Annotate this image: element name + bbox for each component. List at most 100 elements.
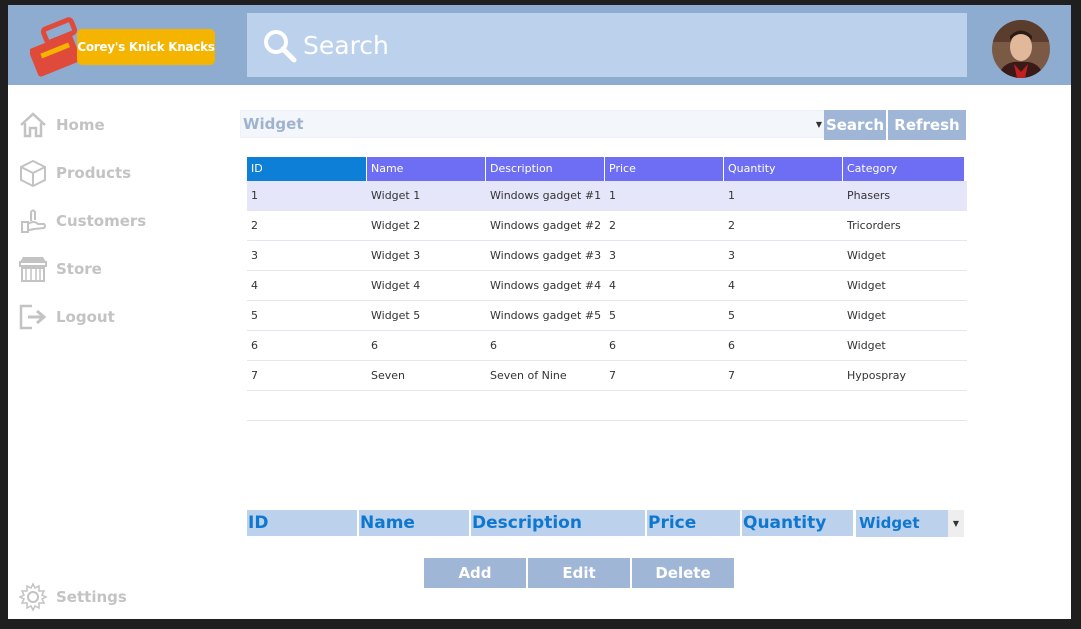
search-icon: [264, 30, 297, 63]
table-cell: Windows gadget #5: [490, 309, 602, 322]
table-cell: 5: [251, 309, 258, 322]
table-row[interactable]: 7 Seven Seven of Nine 7 7 Hypospray: [247, 361, 967, 391]
sidebar-item-label: Settings: [56, 588, 127, 606]
home-icon: [20, 112, 46, 138]
table-cell: 5: [728, 309, 735, 322]
avatar[interactable]: [992, 20, 1050, 78]
table-cell: 6: [251, 339, 258, 352]
table-row[interactable]: 4 Widget 4 Windows gadget #4 4 4 Widget: [247, 271, 967, 301]
table-cell: 6: [728, 339, 735, 352]
table-cell: Widget 4: [371, 279, 421, 292]
table-cell: 2: [609, 219, 616, 232]
table-row[interactable]: 6 6 6 6 6 Widget: [247, 331, 967, 361]
sidebar-item-customers[interactable]: Customers: [18, 205, 218, 237]
sidebar-item-home[interactable]: Home: [18, 109, 218, 141]
table-cell: 1: [251, 189, 258, 202]
table-cell: 6: [371, 339, 378, 352]
sidebar-item-label: Logout: [56, 308, 115, 326]
table-cell: Widget: [847, 249, 886, 262]
table-cell: 5: [609, 309, 616, 322]
logo: Corey's Knick Knacks: [30, 14, 216, 80]
table-cell: Hypospray: [847, 369, 906, 382]
header-bar: Corey's Knick Knacks Search: [8, 5, 1071, 85]
sidebar-item-products[interactable]: Products: [18, 157, 218, 189]
column-header-price[interactable]: Price: [605, 157, 724, 181]
gear-icon: [18, 582, 48, 612]
table-cell: Widget 5: [371, 309, 421, 322]
column-header-category[interactable]: Category: [843, 157, 964, 181]
table-row[interactable]: 5 Widget 5 Windows gadget #5 5 5 Widget: [247, 301, 967, 331]
logout-icon: [19, 304, 47, 330]
description-field[interactable]: Description: [471, 510, 645, 536]
hand-icon: [21, 209, 46, 233]
table-cell: 4: [728, 279, 735, 292]
chevron-down-icon[interactable]: ▼: [948, 510, 964, 537]
refresh-button[interactable]: Refresh: [888, 110, 966, 140]
table-row[interactable]: 1 Widget 1 Windows gadget #1 1 1 Phasers: [247, 181, 967, 211]
table-cell: Widget 1: [371, 189, 421, 202]
id-field[interactable]: ID: [247, 510, 357, 536]
table-row[interactable]: 2 Widget 2 Windows gadget #2 2 2 Tricord…: [247, 211, 967, 241]
table-cell: Widget 3: [371, 249, 421, 262]
logo-text: Corey's Knick Knacks: [77, 29, 215, 65]
user-photo-icon: [992, 20, 1050, 78]
table-cell: 7: [728, 369, 735, 382]
table-cell: Widget 2: [371, 219, 421, 232]
app-window: Corey's Knick Knacks Search Home Product…: [8, 5, 1071, 619]
table-cell: 3: [251, 249, 258, 262]
table-cell: 6: [490, 339, 497, 352]
price-field[interactable]: Price: [647, 510, 740, 536]
category-select[interactable]: Widget ▼: [856, 510, 964, 537]
table-header-row: ID Name Description Price Quantity Categ…: [247, 157, 967, 181]
column-header-name[interactable]: Name: [367, 157, 486, 181]
edit-button[interactable]: Edit: [528, 558, 630, 588]
delete-button[interactable]: Delete: [632, 558, 734, 588]
table-cell: Windows gadget #2: [490, 219, 602, 232]
table-cell: Seven of Nine: [490, 369, 567, 382]
table-cell: Widget: [847, 339, 886, 352]
table-row[interactable]: 3 Widget 3 Windows gadget #3 3 3 Widget: [247, 241, 967, 271]
table-cell: 4: [609, 279, 616, 292]
table-cell: Windows gadget #4: [490, 279, 602, 292]
column-header-description[interactable]: Description: [486, 157, 605, 181]
table-cell: 2: [728, 219, 735, 232]
sidebar-item-store[interactable]: Store: [18, 253, 218, 285]
sidebar-item-settings[interactable]: Settings: [18, 581, 218, 613]
column-header-id[interactable]: ID: [247, 157, 367, 181]
table-cell: 3: [609, 249, 616, 262]
table-new-row[interactable]: [247, 391, 967, 421]
sidebar-item-label: Products: [56, 164, 132, 182]
table-cell: 1: [609, 189, 616, 202]
store-icon: [19, 257, 47, 282]
sidebar-item-label: Customers: [56, 212, 147, 230]
table-cell: 7: [251, 369, 258, 382]
table-cell: 1: [728, 189, 735, 202]
sidebar-item-label: Home: [56, 116, 105, 134]
table-cell: 2: [251, 219, 258, 232]
quantity-field[interactable]: Quantity: [742, 510, 853, 536]
category-select-value: Widget: [859, 514, 920, 532]
name-field[interactable]: Name: [359, 510, 469, 536]
category-filter-select[interactable]: Widget ▼: [240, 110, 826, 138]
table-cell: Widget: [847, 279, 886, 292]
search-bar[interactable]: Search: [247, 13, 967, 77]
table-cell: Widget: [847, 309, 886, 322]
add-button[interactable]: Add: [424, 558, 526, 588]
table-cell: Seven: [371, 369, 405, 382]
table-cell: 3: [728, 249, 735, 262]
table-cell: Tricorders: [847, 219, 901, 232]
table-cell: Phasers: [847, 189, 891, 202]
table-cell: Windows gadget #1: [490, 189, 602, 202]
column-header-quantity[interactable]: Quantity: [724, 157, 843, 181]
table-cell: 6: [609, 339, 616, 352]
table-cell: 7: [609, 369, 616, 382]
sidebar-item-logout[interactable]: Logout: [18, 301, 218, 333]
table-cell: 4: [251, 279, 258, 292]
search-button[interactable]: Search: [824, 110, 886, 140]
products-table: ID Name Description Price Quantity Categ…: [247, 157, 967, 421]
sidebar-item-label: Store: [56, 260, 102, 278]
search-label: Search: [303, 31, 389, 60]
table-cell: Windows gadget #3: [490, 249, 602, 262]
category-filter-value: Widget: [243, 115, 304, 133]
box-icon: [20, 159, 46, 188]
